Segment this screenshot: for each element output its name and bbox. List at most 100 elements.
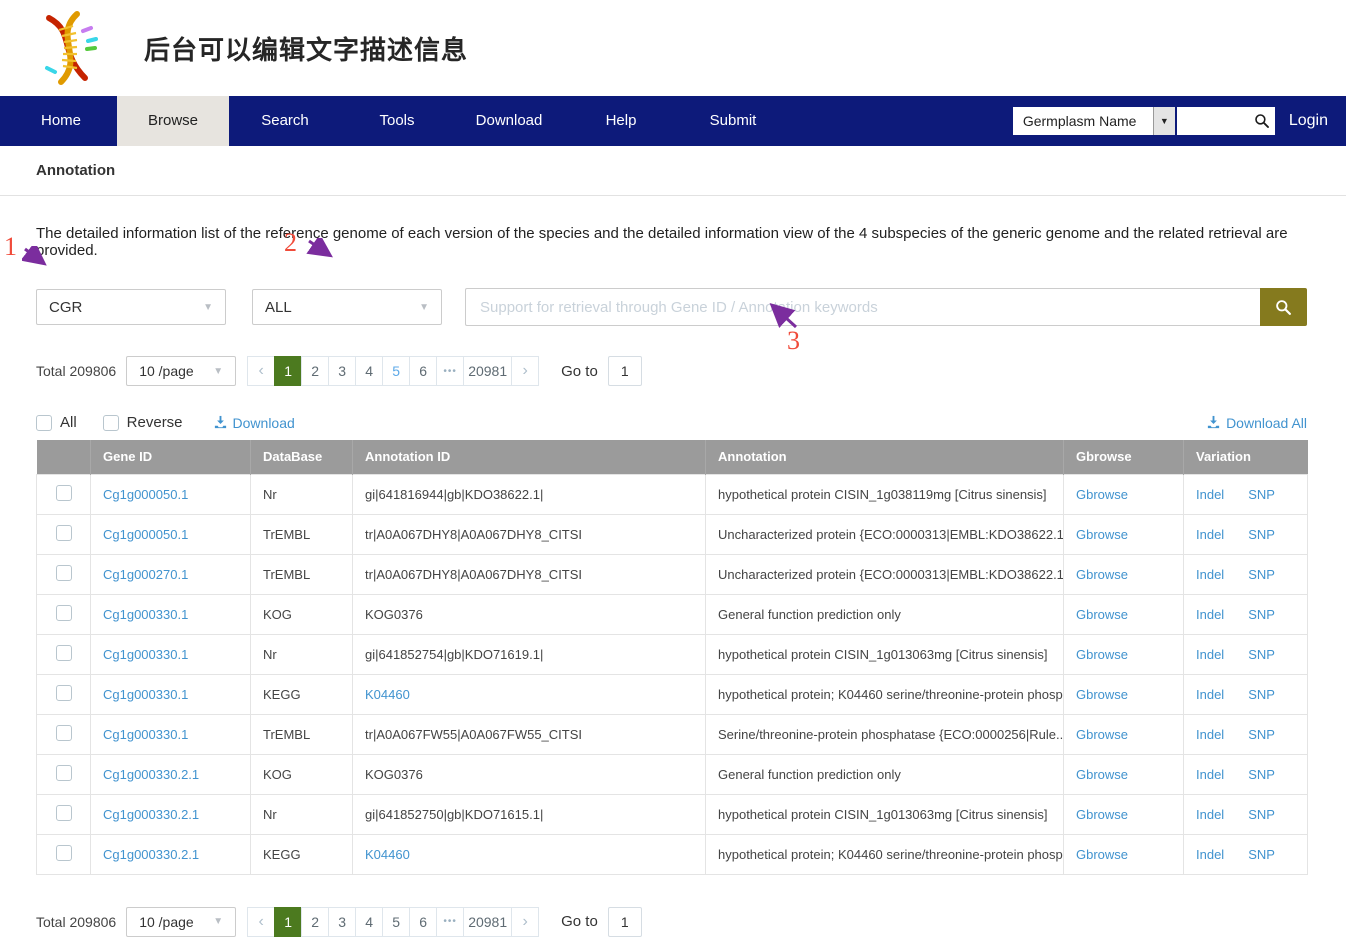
row-checkbox[interactable] (56, 525, 72, 541)
snp-link[interactable]: SNP (1248, 567, 1275, 582)
row-checkbox[interactable] (56, 605, 72, 621)
per-page-select[interactable]: 10 /page ▼ (126, 907, 236, 937)
download-all-button[interactable]: Download All (1206, 415, 1307, 431)
page-button-5[interactable]: 5 (382, 356, 410, 386)
nav-item-home[interactable]: Home (5, 96, 117, 146)
gene-id-link[interactable]: Cg1g000050.1 (103, 487, 188, 502)
chevron-down-icon: ▼ (203, 302, 213, 313)
germplasm-category-select[interactable]: Germplasm Name (1013, 107, 1153, 135)
page-button-1[interactable]: 1 (274, 356, 302, 386)
indel-link[interactable]: Indel (1196, 687, 1224, 702)
annotation-cell: hypothetical protein CISIN_1g038119mg [C… (706, 474, 1064, 514)
page-button-last[interactable]: 20981 (463, 356, 512, 386)
indel-link[interactable]: Indel (1196, 607, 1224, 622)
page-button-5[interactable]: 5 (382, 907, 410, 937)
nav-item-submit[interactable]: Submit (677, 96, 789, 146)
gene-id-link[interactable]: Cg1g000270.1 (103, 567, 188, 582)
indel-link[interactable]: Indel (1196, 567, 1224, 582)
page-button-4[interactable]: 4 (355, 356, 383, 386)
gene-id-link[interactable]: Cg1g000330.2.1 (103, 847, 199, 862)
gbrowse-link[interactable]: Gbrowse (1076, 647, 1128, 662)
gene-id-link[interactable]: Cg1g000330.2.1 (103, 807, 199, 822)
gene-id-link[interactable]: Cg1g000330.2.1 (103, 767, 199, 782)
page-button-last[interactable]: 20981 (463, 907, 512, 937)
snp-link[interactable]: SNP (1248, 767, 1275, 782)
row-checkbox[interactable] (56, 805, 72, 821)
row-checkbox[interactable] (56, 645, 72, 661)
annotation-id-link[interactable]: K04460 (365, 687, 410, 702)
row-checkbox[interactable] (56, 485, 72, 501)
nav-item-browse[interactable]: Browse (117, 96, 229, 146)
row-checkbox[interactable] (56, 845, 72, 861)
gbrowse-link[interactable]: Gbrowse (1076, 847, 1128, 862)
row-checkbox[interactable] (56, 765, 72, 781)
page-button-3[interactable]: 3 (328, 907, 356, 937)
page-button-3[interactable]: 3 (328, 356, 356, 386)
keyword-search-input[interactable] (465, 288, 1260, 326)
row-checkbox[interactable] (56, 725, 72, 741)
page-button-6[interactable]: 6 (409, 356, 437, 386)
page-button-6[interactable]: 6 (409, 907, 437, 937)
row-checkbox[interactable] (56, 565, 72, 581)
goto-page-input[interactable] (608, 907, 642, 937)
reverse-checkbox[interactable] (103, 415, 119, 431)
snp-link[interactable]: SNP (1248, 647, 1275, 662)
snp-link[interactable]: SNP (1248, 487, 1275, 502)
page-button-1[interactable]: 1 (274, 907, 302, 937)
nav-item-tools[interactable]: Tools (341, 96, 453, 146)
gbrowse-link[interactable]: Gbrowse (1076, 607, 1128, 622)
indel-link[interactable]: Indel (1196, 647, 1224, 662)
row-checkbox-cell (37, 594, 91, 634)
snp-link[interactable]: SNP (1248, 727, 1275, 742)
chevron-down-icon[interactable]: ▼ (1153, 107, 1175, 135)
download-icon (1206, 415, 1221, 430)
nav-item-search[interactable]: Search (229, 96, 341, 146)
keyword-search-button[interactable] (1260, 288, 1307, 326)
chevron-down-icon: ▼ (419, 302, 429, 313)
gbrowse-link[interactable]: Gbrowse (1076, 807, 1128, 822)
next-page-button[interactable]: › (511, 907, 539, 937)
page-button-2[interactable]: 2 (301, 907, 329, 937)
search-icon[interactable] (1254, 113, 1270, 129)
gbrowse-link[interactable]: Gbrowse (1076, 567, 1128, 582)
gbrowse-link[interactable]: Gbrowse (1076, 727, 1128, 742)
per-page-select[interactable]: 10 /page ▼ (126, 356, 236, 386)
login-button[interactable]: Login (1289, 112, 1328, 130)
prev-page-button[interactable]: ‹ (247, 356, 275, 386)
gene-id-link[interactable]: Cg1g000330.1 (103, 607, 188, 622)
page-button-4[interactable]: 4 (355, 907, 383, 937)
page-button-2[interactable]: 2 (301, 356, 329, 386)
select-all-checkbox[interactable] (36, 415, 52, 431)
indel-link[interactable]: Indel (1196, 807, 1224, 822)
gbrowse-link[interactable]: Gbrowse (1076, 527, 1128, 542)
gbrowse-link[interactable]: Gbrowse (1076, 767, 1128, 782)
indel-link[interactable]: Indel (1196, 727, 1224, 742)
nav-item-help[interactable]: Help (565, 96, 677, 146)
prev-page-button[interactable]: ‹ (247, 907, 275, 937)
gene-id-link[interactable]: Cg1g000330.1 (103, 647, 188, 662)
snp-link[interactable]: SNP (1248, 687, 1275, 702)
indel-link[interactable]: Indel (1196, 527, 1224, 542)
row-checkbox[interactable] (56, 685, 72, 701)
nav-item-download[interactable]: Download (453, 96, 565, 146)
gene-id-link[interactable]: Cg1g000050.1 (103, 527, 188, 542)
snp-link[interactable]: SNP (1248, 607, 1275, 622)
download-button[interactable]: Download (213, 415, 295, 431)
next-page-button[interactable]: › (511, 356, 539, 386)
total-count: Total 209806 (36, 914, 116, 930)
annotation-id-link[interactable]: K04460 (365, 847, 410, 862)
snp-link[interactable]: SNP (1248, 807, 1275, 822)
indel-link[interactable]: Indel (1196, 487, 1224, 502)
species-select[interactable]: CGR ▼ (36, 289, 226, 325)
nav-search-input[interactable] (1181, 109, 1253, 133)
indel-link[interactable]: Indel (1196, 767, 1224, 782)
gene-id-link[interactable]: Cg1g000330.1 (103, 687, 188, 702)
gbrowse-link[interactable]: Gbrowse (1076, 487, 1128, 502)
database-select[interactable]: ALL ▼ (252, 289, 442, 325)
gbrowse-link[interactable]: Gbrowse (1076, 687, 1128, 702)
snp-link[interactable]: SNP (1248, 527, 1275, 542)
gene-id-link[interactable]: Cg1g000330.1 (103, 727, 188, 742)
snp-link[interactable]: SNP (1248, 847, 1275, 862)
goto-page-input[interactable] (608, 356, 642, 386)
indel-link[interactable]: Indel (1196, 847, 1224, 862)
